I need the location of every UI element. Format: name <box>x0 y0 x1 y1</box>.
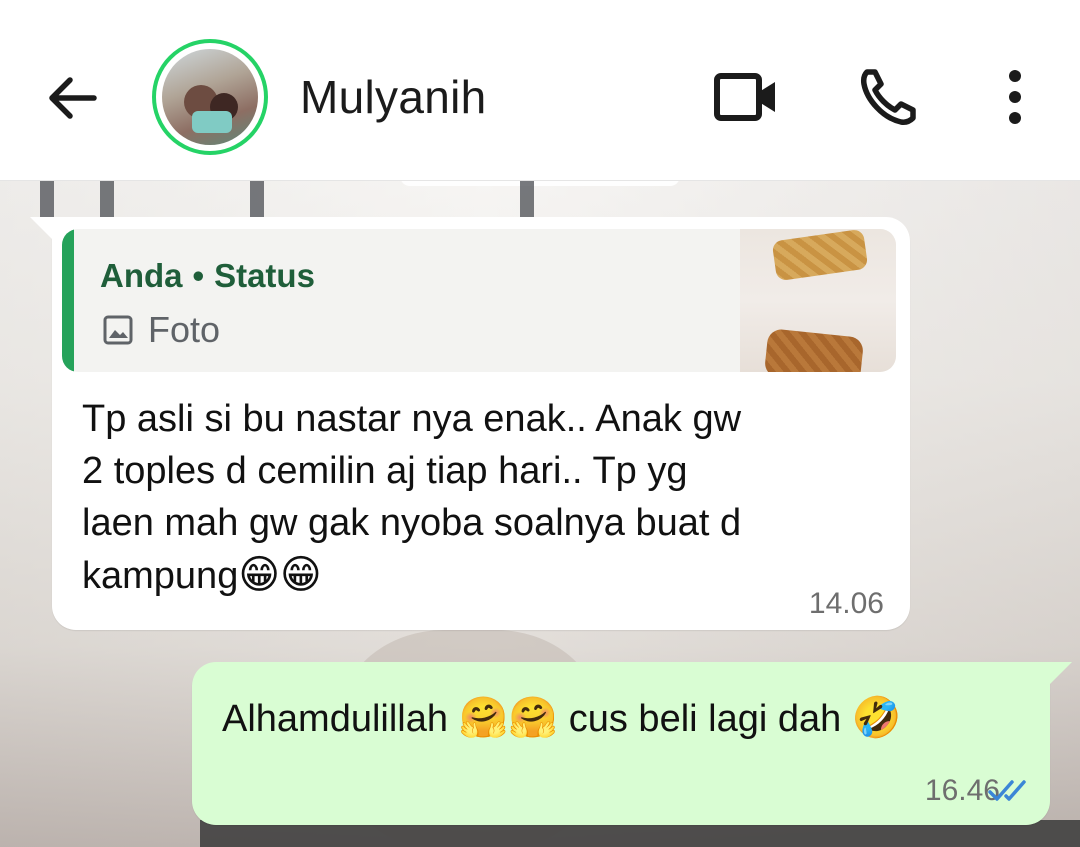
message-timestamp: 14.06 <box>808 587 884 620</box>
outgoing-message-bubble[interactable]: Alhamdulillah 🤗🤗 cus beli lagi dah 🤣 16.… <box>192 662 1072 825</box>
message-line: kampung <box>82 555 239 597</box>
quote-separator: • <box>192 257 205 294</box>
contact-avatar <box>162 49 258 145</box>
message-text: Alhamdulillah 🤗🤗 cus beli lagi dah 🤣 <box>222 694 902 741</box>
arrow-back-icon <box>49 77 97 119</box>
wallpaper-detail <box>100 180 114 220</box>
double-check-read-icon <box>988 780 1026 801</box>
video-call-icon <box>714 73 775 121</box>
wallpaper-detail <box>250 180 264 220</box>
grinning-emoji: 😁😁 <box>238 552 322 598</box>
video-call-button[interactable] <box>705 62 785 132</box>
message-line: 2 toples d cemilin aj tiap hari.. Tp yg <box>82 450 688 492</box>
chat-header: Mulyanih <box>0 0 1080 181</box>
message-text-part: Alhamdulillah <box>222 698 459 740</box>
message-line: laen mah gw gak nyoba soalnya buat d <box>82 502 742 544</box>
incoming-message-bubble[interactable]: Anda • Status Foto Tp asli si bu nastar ny… <box>30 217 910 630</box>
quote-author: Anda • Status <box>100 257 315 295</box>
message-text-part: cus beli lagi dah <box>558 698 852 740</box>
more-options-button[interactable] <box>995 62 1035 132</box>
contact-avatar-button[interactable] <box>152 39 268 155</box>
quote-accent-bar <box>62 229 74 372</box>
hugging-emoji: 🤗🤗 <box>458 695 559 741</box>
quote-source: Status <box>214 257 315 294</box>
message-text: Tp asli si bu nastar nya enak.. Anak gw … <box>82 393 842 602</box>
quoted-status-reply[interactable]: Anda • Status Foto <box>62 229 896 372</box>
voice-call-button[interactable] <box>853 62 923 132</box>
quote-author-name: Anda <box>100 257 183 294</box>
quote-type-label: Foto <box>148 309 221 350</box>
contact-name[interactable]: Mulyanih <box>300 70 487 124</box>
rolling-laughing-emoji: 🤣 <box>851 695 902 741</box>
photo-icon <box>103 315 133 345</box>
quote-type: Foto <box>102 309 220 351</box>
wallpaper-detail <box>520 180 534 220</box>
wallpaper-detail <box>40 180 54 220</box>
quote-thumbnail <box>740 229 896 372</box>
more-vertical-icon <box>1009 70 1021 124</box>
back-button[interactable] <box>40 66 104 130</box>
phone-call-icon <box>861 69 916 125</box>
message-line: Tp asli si bu nastar nya enak.. Anak gw <box>82 398 742 440</box>
